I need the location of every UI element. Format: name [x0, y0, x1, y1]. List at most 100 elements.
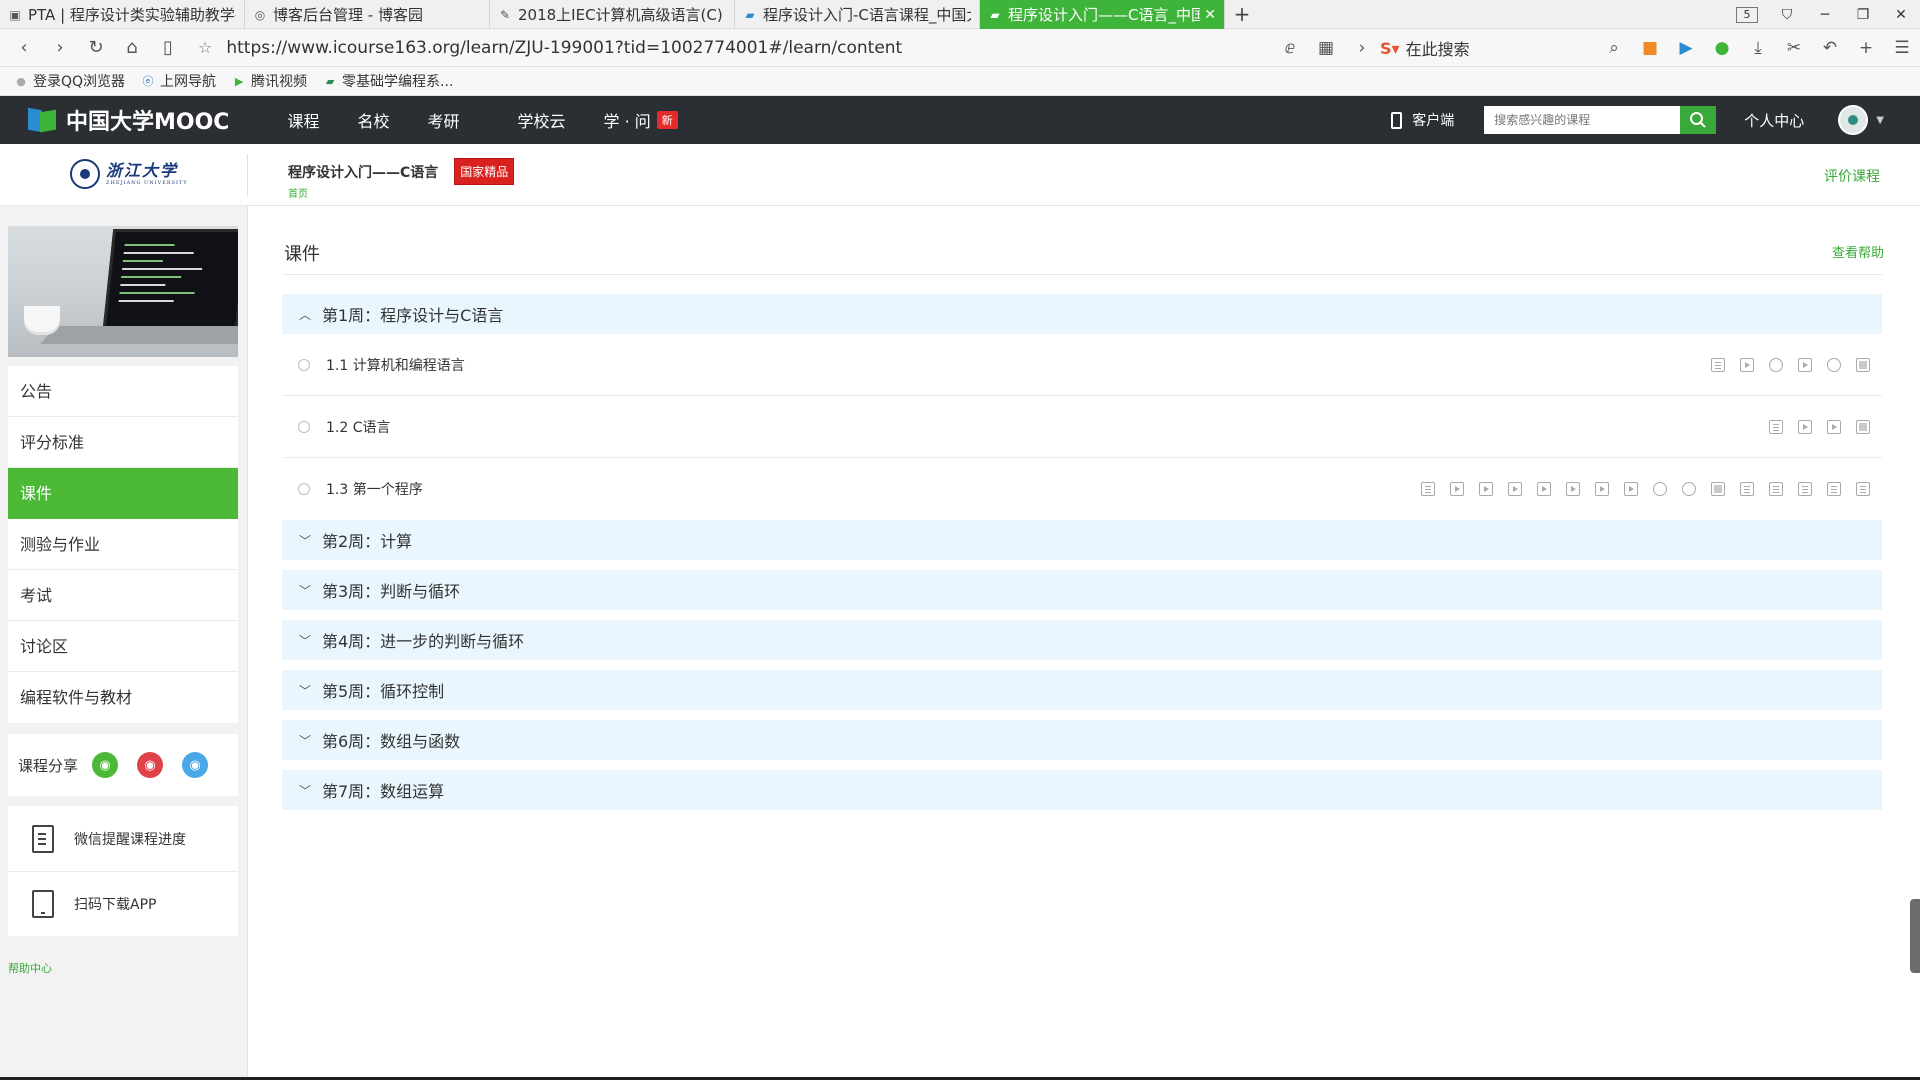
sidebar-item-grading[interactable]: 评分标准: [8, 417, 238, 468]
video-icon[interactable]: [1450, 482, 1464, 496]
minimize-icon[interactable]: ─: [1806, 7, 1844, 23]
quiz-icon[interactable]: [1711, 482, 1725, 496]
video-icon[interactable]: [1827, 420, 1841, 434]
chevron-down-icon[interactable]: ▼: [1876, 115, 1884, 126]
doc-icon[interactable]: [1856, 482, 1870, 496]
doc-icon[interactable]: [1827, 482, 1841, 496]
video-icon[interactable]: [1537, 482, 1551, 496]
week-header-4[interactable]: ﹀ 第4周：进一步的判断与循环: [282, 620, 1882, 660]
wechat-remind-link[interactable]: 微信提醒课程进度: [8, 806, 238, 871]
doc-icon[interactable]: [1711, 358, 1725, 372]
sidebar-item-quiz[interactable]: 测验与作业: [8, 519, 238, 570]
search-engine-icon[interactable]: S▾: [1380, 39, 1400, 58]
client-link[interactable]: 客户端: [1391, 110, 1454, 130]
back-icon[interactable]: ‹: [6, 37, 42, 58]
doc-icon[interactable]: [1769, 420, 1783, 434]
nav-postgrad[interactable]: 考研: [427, 108, 459, 132]
expand-icon[interactable]: ›: [1344, 38, 1380, 58]
nav-schools[interactable]: 名校: [357, 108, 389, 132]
lesson-item[interactable]: 1.2 C语言: [282, 396, 1882, 458]
week-header-5[interactable]: ﹀ 第5周：循环控制: [282, 670, 1882, 710]
course-search-input[interactable]: [1484, 106, 1681, 134]
lesson-item[interactable]: 1.3 第一个程序: [282, 458, 1882, 520]
bookmark-item[interactable]: ▰ 零基础学编程系...: [323, 71, 454, 91]
browser-tab[interactable]: ▰ 程序设计入门-C语言课程_中国大学MOOC: [735, 0, 980, 29]
home-icon[interactable]: ⌂: [114, 37, 150, 58]
browser-tab[interactable]: ▣ PTA | 程序设计类实验辅助教学平台: [0, 0, 245, 29]
menu-icon[interactable]: ☰: [1884, 38, 1920, 58]
sidebar-item-announcement[interactable]: 公告: [8, 366, 238, 417]
download-icon[interactable]: ⤓: [1740, 38, 1776, 58]
restore-icon[interactable]: ❐: [1844, 7, 1882, 23]
sidebar-item-exam[interactable]: 考试: [8, 570, 238, 621]
close-window-icon[interactable]: ✕: [1882, 7, 1920, 23]
grid-icon[interactable]: ▦: [1308, 38, 1344, 58]
refresh-icon[interactable]: ↻: [78, 37, 114, 58]
doc-icon[interactable]: [1798, 482, 1812, 496]
qq-icon[interactable]: ◉: [182, 752, 209, 778]
quiz-icon[interactable]: [1856, 420, 1870, 434]
video-icon[interactable]: [1595, 482, 1609, 496]
camera-icon[interactable]: ■: [1632, 38, 1668, 58]
download-app-link[interactable]: 扫码下载APP: [8, 871, 238, 936]
discuss-icon[interactable]: [1682, 482, 1696, 496]
nav-xuewen[interactable]: 学 · 问新: [604, 108, 678, 132]
video-icon[interactable]: [1566, 482, 1580, 496]
video-icon[interactable]: [1798, 420, 1812, 434]
doc-icon[interactable]: [1421, 482, 1435, 496]
site-logo[interactable]: 中国大学MOOC: [28, 104, 229, 136]
nav-courses[interactable]: 课程: [287, 108, 319, 132]
video-icon[interactable]: [1740, 358, 1754, 372]
search-button[interactable]: [1680, 106, 1717, 134]
skin-icon[interactable]: ⛉: [1768, 7, 1806, 23]
personal-center-link[interactable]: 个人中心: [1744, 110, 1804, 131]
week-header-6[interactable]: ﹀ 第6周：数组与函数: [282, 720, 1882, 760]
video-play-icon[interactable]: ▶: [1668, 38, 1704, 58]
wechat-icon[interactable]: ◉: [92, 752, 119, 778]
week-header-1[interactable]: ︿ 第1周：程序设计与C语言: [282, 294, 1882, 334]
chat-icon[interactable]: ●: [1704, 38, 1740, 58]
plus-icon[interactable]: +: [1848, 38, 1884, 58]
rate-course-link[interactable]: 评价课程: [1824, 166, 1880, 186]
lesson-item[interactable]: 1.1 计算机和编程语言: [282, 334, 1882, 396]
week-header-3[interactable]: ﹀ 第3周：判断与循环: [282, 570, 1882, 610]
discuss-icon[interactable]: [1769, 358, 1783, 372]
url-field[interactable]: ☆ https://www.icourse163.org/learn/ZJU-1…: [198, 38, 1298, 58]
tab-count-badge[interactable]: 5: [1736, 6, 1758, 23]
doc-icon[interactable]: [1740, 482, 1754, 496]
quiz-icon[interactable]: [1856, 358, 1870, 372]
sidebar-item-software[interactable]: 编程软件与教材: [8, 672, 238, 723]
view-help-link[interactable]: 查看帮助: [1832, 242, 1884, 261]
week-header-2[interactable]: ﹀ 第2周：计算: [282, 520, 1882, 560]
video-icon[interactable]: [1624, 482, 1638, 496]
bookmark-item[interactable]: ▶ 腾讯视频: [232, 71, 307, 91]
browser-tab[interactable]: ✎ 2018上IEC计算机高级语言(C): [490, 0, 735, 29]
help-center-link[interactable]: 帮助中心: [8, 960, 52, 976]
bookmark-item[interactable]: ● 登录QQ浏览器: [14, 71, 125, 91]
week-header-7[interactable]: ﹀ 第7周：数组运算: [282, 770, 1882, 810]
browser-tab[interactable]: ◎ 博客后台管理 - 博客园: [245, 0, 490, 29]
university-logo[interactable]: 浙江大学 ZHEJIANG UNIVERSITY: [70, 159, 188, 189]
undo-icon[interactable]: ↶: [1812, 38, 1848, 58]
scissors-icon[interactable]: ✂: [1776, 38, 1812, 58]
bookmark-item[interactable]: ⓔ 上网导航: [141, 71, 217, 91]
browser-tab-active[interactable]: ▰ 程序设计入门——C语言_中国大学MOOC✕: [980, 0, 1225, 29]
nav-school-cloud[interactable]: 学校云: [518, 108, 566, 132]
close-tab-icon[interactable]: ✕: [1204, 7, 1216, 23]
video-icon[interactable]: [1479, 482, 1493, 496]
doc-icon[interactable]: [1769, 482, 1783, 496]
feedback-handle[interactable]: [1910, 899, 1920, 973]
video-icon[interactable]: [1798, 358, 1812, 372]
new-tab-button[interactable]: +: [1225, 0, 1259, 28]
sidebar-item-forum[interactable]: 讨论区: [8, 621, 238, 672]
avatar[interactable]: [1838, 105, 1869, 135]
search-icon[interactable]: ⌕: [1596, 38, 1632, 58]
bookmark-star-icon[interactable]: ☆: [198, 38, 212, 57]
forward-icon[interactable]: ›: [42, 37, 78, 58]
sidebar-item-courseware[interactable]: 课件: [8, 468, 238, 519]
browser-search-input[interactable]: S▾ 在此搜索: [1380, 36, 1590, 60]
reader-icon[interactable]: ▯: [150, 37, 186, 58]
ie-mode-icon[interactable]: ⅇ: [1272, 38, 1308, 58]
discuss-icon[interactable]: [1827, 358, 1841, 372]
discuss-icon[interactable]: [1653, 482, 1667, 496]
